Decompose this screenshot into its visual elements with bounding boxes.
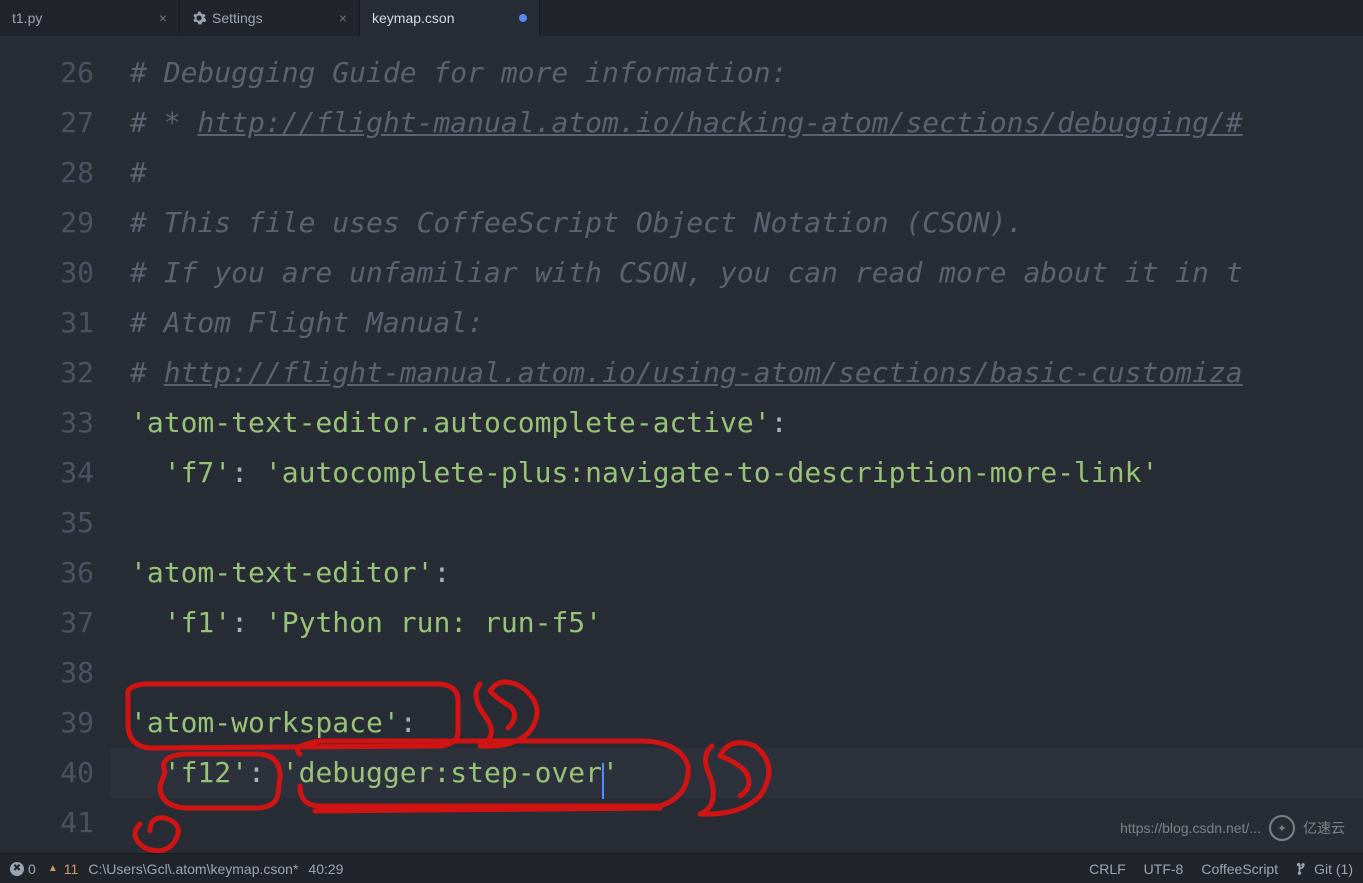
- status-git-branch[interactable]: Git (1): [1296, 861, 1353, 877]
- code-line[interactable]: [110, 798, 1363, 848]
- line-number: 29: [0, 198, 110, 248]
- status-bar: ✖ 0 ▲ 11 C:\Users\Gcl\.atom\keymap.cson*…: [0, 853, 1363, 883]
- line-number: 33: [0, 398, 110, 448]
- line-number: 31: [0, 298, 110, 348]
- punct-token: :: [231, 606, 265, 639]
- line-number: 30: [0, 248, 110, 298]
- punct-token: :: [771, 406, 788, 439]
- comment-token: # Atom Flight Manual:: [130, 306, 484, 339]
- warning-icon: ▲: [46, 862, 60, 876]
- comment-token: # This file uses CoffeeScript Object Not…: [130, 206, 1023, 239]
- line-number: 37: [0, 598, 110, 648]
- tab-keymap-cson[interactable]: keymap.cson: [360, 0, 540, 36]
- status-errors[interactable]: ✖ 0: [10, 861, 36, 877]
- punct-token: :: [248, 756, 282, 789]
- line-number: 26: [0, 48, 110, 98]
- tab-label: keymap.cson: [372, 10, 511, 26]
- code-line[interactable]: #: [110, 148, 1363, 198]
- comment-token: # If you are unfamiliar with CSON, you c…: [130, 256, 1243, 289]
- status-cursor-position[interactable]: 40:29: [308, 861, 343, 877]
- code-line[interactable]: # http://flight-manual.atom.io/using-ato…: [110, 348, 1363, 398]
- punct-token: :: [433, 556, 450, 589]
- tab-label: t1.py: [12, 10, 151, 26]
- string-token: 'debugger:step-over: [282, 756, 602, 789]
- line-number: 34: [0, 448, 110, 498]
- code-line[interactable]: # If you are unfamiliar with CSON, you c…: [110, 248, 1363, 298]
- close-icon[interactable]: ×: [159, 10, 167, 26]
- punct-token: :: [400, 706, 417, 739]
- string-token: 'Python run: run-f5': [265, 606, 602, 639]
- string-token: 'atom-text-editor.autocomplete-active': [130, 406, 771, 439]
- line-number: 36: [0, 548, 110, 598]
- line-number: 41: [0, 798, 110, 848]
- string-token: 'f12': [164, 756, 248, 789]
- line-number: 32: [0, 348, 110, 398]
- code-line[interactable]: # Atom Flight Manual:: [110, 298, 1363, 348]
- comment-link[interactable]: http://flight-manual.atom.io/hacking-ato…: [197, 106, 1242, 139]
- code-line[interactable]: [110, 648, 1363, 698]
- code-area[interactable]: # Debugging Guide for more information: #…: [110, 36, 1363, 853]
- code-line[interactable]: # Debugging Guide for more information:: [110, 48, 1363, 98]
- string-token: 'f7': [164, 456, 231, 489]
- line-number: 35: [0, 498, 110, 548]
- status-encoding[interactable]: UTF-8: [1144, 861, 1184, 877]
- comment-token: #: [130, 156, 147, 189]
- status-line-ending[interactable]: CRLF: [1089, 861, 1126, 877]
- comment-token: # *: [130, 106, 197, 139]
- git-branch-icon: [1296, 862, 1310, 876]
- string-token: ': [602, 756, 619, 789]
- code-line[interactable]: 'f1': 'Python run: run-f5': [110, 598, 1363, 648]
- editor[interactable]: 26272829303132333435363738394041 # Debug…: [0, 36, 1363, 853]
- dirty-indicator-icon: [519, 14, 527, 22]
- string-token: 'f1': [164, 606, 231, 639]
- string-token: 'atom-text-editor': [130, 556, 433, 589]
- punct-token: :: [231, 456, 265, 489]
- line-number: 39: [0, 698, 110, 748]
- tab-t1py[interactable]: t1.py ×: [0, 0, 180, 36]
- line-number-gutter: 26272829303132333435363738394041: [0, 36, 110, 853]
- line-number: 40: [0, 748, 110, 798]
- string-token: 'autocomplete-plus:navigate-to-descripti…: [265, 456, 1158, 489]
- status-file-path[interactable]: C:\Users\Gcl\.atom\keymap.cson*: [88, 861, 298, 877]
- gear-icon: [192, 11, 206, 25]
- tab-settings[interactable]: Settings ×: [180, 0, 360, 36]
- text-cursor: [602, 763, 604, 799]
- status-warnings[interactable]: ▲ 11: [46, 861, 79, 877]
- code-line[interactable]: 'f12': 'debugger:step-over': [110, 748, 1363, 798]
- code-line[interactable]: [110, 498, 1363, 548]
- comment-token: #: [130, 356, 164, 389]
- tab-bar: t1.py × Settings × keymap.cson: [0, 0, 1363, 36]
- comment-token: # Debugging Guide for more information:: [130, 56, 787, 89]
- code-line[interactable]: 'f7': 'autocomplete-plus:navigate-to-des…: [110, 448, 1363, 498]
- comment-link[interactable]: http://flight-manual.atom.io/using-atom/…: [164, 356, 1243, 389]
- tab-label: Settings: [212, 10, 331, 26]
- code-line[interactable]: # This file uses CoffeeScript Object Not…: [110, 198, 1363, 248]
- error-icon: ✖: [10, 862, 24, 876]
- code-line[interactable]: 'atom-text-editor':: [110, 548, 1363, 598]
- status-grammar[interactable]: CoffeeScript: [1201, 861, 1278, 877]
- code-line[interactable]: # * http://flight-manual.atom.io/hacking…: [110, 98, 1363, 148]
- code-line[interactable]: 'atom-text-editor.autocomplete-active':: [110, 398, 1363, 448]
- close-icon[interactable]: ×: [339, 10, 347, 26]
- code-line[interactable]: 'atom-workspace':: [110, 698, 1363, 748]
- line-number: 28: [0, 148, 110, 198]
- line-number: 38: [0, 648, 110, 698]
- string-token: 'atom-workspace': [130, 706, 400, 739]
- line-number: 27: [0, 98, 110, 148]
